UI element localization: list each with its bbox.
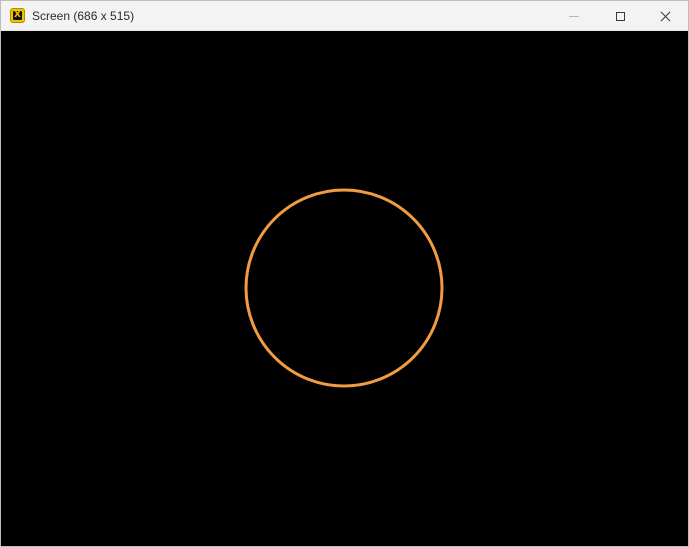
x-glyph-icon: X	[13, 10, 22, 20]
window-title: Screen (686 x 515)	[32, 9, 135, 23]
minimize-button[interactable]	[551, 1, 597, 31]
canvas-svg	[244, 188, 444, 388]
app-window: X Screen (686 x 515)	[0, 0, 689, 547]
minimize-icon	[569, 16, 579, 17]
maximize-icon	[615, 11, 625, 21]
maximize-button[interactable]	[597, 1, 643, 31]
orange-circle	[244, 188, 444, 388]
close-icon	[660, 11, 671, 22]
drawing-canvas[interactable]	[1, 31, 688, 546]
title-bar[interactable]: X Screen (686 x 515)	[1, 1, 688, 31]
x-app-icon: X	[10, 8, 25, 23]
close-button[interactable]	[642, 1, 688, 31]
